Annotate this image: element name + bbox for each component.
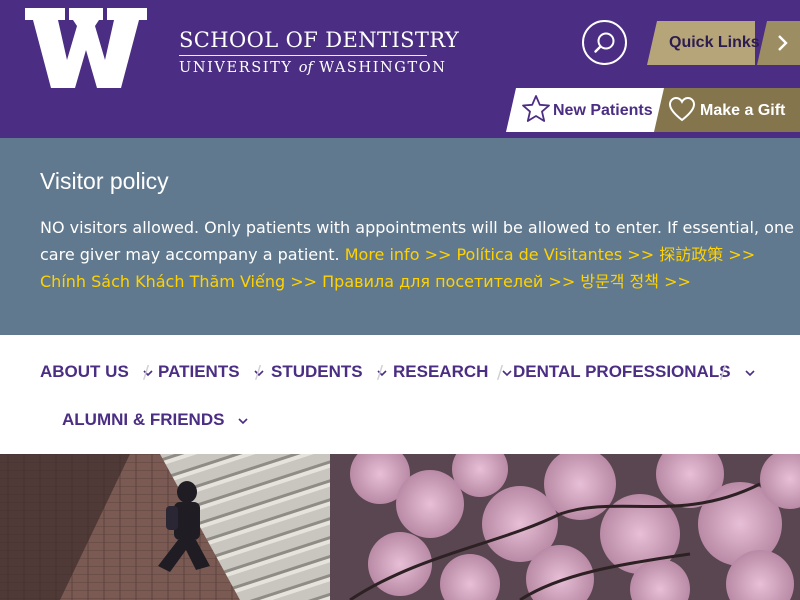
nav-item-dental-professionals[interactable]: DENTAL PROFESSIONALS [513, 362, 755, 382]
nav-item-about-us[interactable]: ABOUT US [40, 362, 153, 382]
nav-item-patients[interactable]: PATIENTS [158, 362, 264, 382]
nav-label: ALUMNI & FRIENDS [62, 410, 225, 429]
nav-separator: / [377, 362, 384, 383]
university-name: UNIVERSITY of WASHINGTON [179, 59, 459, 77]
quick-links-button[interactable]: Quick Links [647, 21, 800, 65]
visitor-policy-alert: Visitor policy NO visitors allowed. Only… [0, 138, 800, 335]
nav-separator: / [255, 362, 262, 383]
star-icon [521, 94, 551, 124]
nav-item-research[interactable]: RESEARCH [393, 362, 512, 382]
nav-label: ABOUT US [40, 362, 129, 381]
nav-label: STUDENTS [271, 362, 363, 381]
site-header: SCHOOL OF DENTISTRY UNIVERSITY of WASHIN… [0, 0, 800, 138]
chevron-down-icon[interactable] [502, 362, 512, 382]
university-word: UNIVERSITY [179, 60, 293, 76]
search-icon [593, 32, 614, 53]
main-nav: ABOUT US / PATIENTS / STUDENTS / RESEARC… [0, 335, 800, 454]
russian-policy-link[interactable]: Правила для посетителей >> [322, 272, 575, 291]
hero-illustration [0, 454, 800, 600]
alert-title: Visitor policy [40, 168, 169, 194]
spanish-policy-link[interactable]: Política de Visitantes >> [456, 245, 654, 264]
wordmark-rule [179, 55, 427, 56]
nav-label: DENTAL PROFESSIONALS [513, 362, 731, 381]
new-patients-button[interactable]: New Patients [506, 88, 666, 132]
nav-item-students[interactable]: STUDENTS [271, 362, 387, 382]
alert-body: NO visitors allowed. Only patients with … [40, 214, 794, 295]
hero-image [0, 454, 800, 600]
vietnamese-policy-link[interactable]: Chính Sách Khách Thăm Viếng >> [40, 272, 317, 291]
washington-word: WASHINGTON [319, 60, 447, 76]
chevron-right-icon[interactable] [757, 21, 800, 65]
nav-separator: / [497, 362, 504, 383]
school-wordmark[interactable]: SCHOOL OF DENTISTRY UNIVERSITY of WASHIN… [179, 28, 459, 77]
nav-label: RESEARCH [393, 362, 489, 381]
alert-text-prefix: care giver may accompany a patient. [40, 245, 340, 264]
alert-text-line1: NO visitors allowed. Only patients with … [40, 218, 794, 237]
more-info-link[interactable]: More info >> [345, 245, 452, 264]
quick-links-label: Quick Links [669, 34, 760, 51]
new-patients-label: New Patients [553, 102, 653, 119]
make-a-gift-button[interactable]: Make a Gift [654, 88, 800, 132]
search-button[interactable] [582, 20, 627, 65]
uw-w-logo[interactable] [25, 8, 147, 88]
alert-text-line2: care giver may accompany a patient. More… [40, 241, 760, 268]
heart-icon [668, 96, 696, 122]
university-of: of [298, 60, 313, 76]
school-name: SCHOOL OF DENTISTRY [179, 28, 460, 52]
korean-policy-link[interactable]: 방문객 정책 >> [580, 272, 691, 291]
nav-separator: / [143, 362, 150, 383]
nav-label: PATIENTS [158, 362, 240, 381]
chevron-down-icon[interactable] [238, 410, 249, 430]
chevron-down-icon[interactable] [744, 362, 755, 382]
nav-separator: / [720, 362, 727, 383]
nav-item-alumni-friends[interactable]: ALUMNI & FRIENDS [62, 410, 249, 430]
alert-text-line3: Chính Sách Khách Thăm Viếng >> Правила д… [40, 268, 760, 295]
chinese-policy-link[interactable]: 探訪政策 >> [659, 245, 755, 264]
make-a-gift-label: Make a Gift [700, 102, 786, 119]
